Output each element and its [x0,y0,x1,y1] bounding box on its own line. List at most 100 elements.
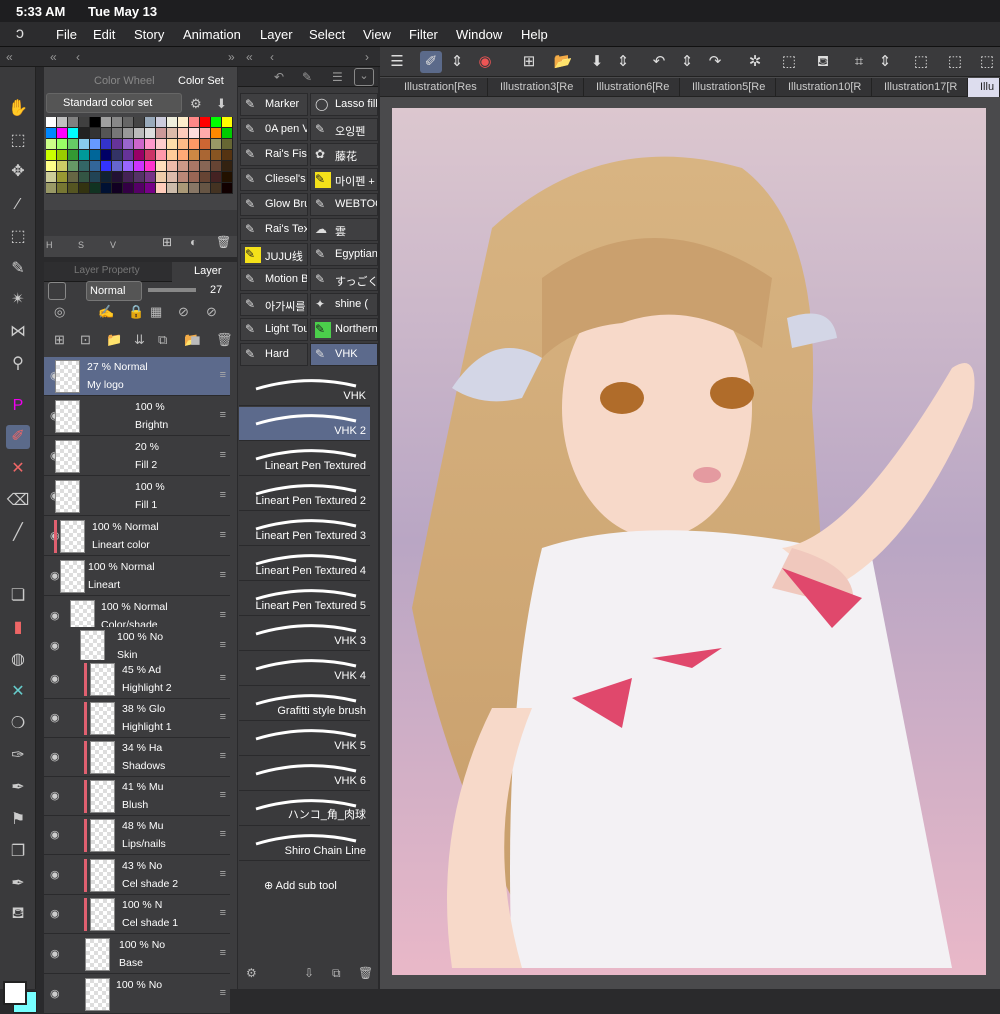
doc-tab[interactable]: Illustration5[Re [680,78,776,97]
color-swatch[interactable] [112,117,123,128]
eye-icon[interactable]: ◉ [50,672,60,685]
layer-menu-icon[interactable]: ≡ [220,789,226,801]
gradient-icon[interactable]: ▮ [6,616,30,640]
layer-menu-icon[interactable]: ≡ [220,489,226,501]
brush-group-button[interactable]: ✎ Rai's Tex [240,218,308,241]
layer-menu-icon[interactable]: ≡ [220,711,226,723]
target-icon[interactable]: ◉ [474,51,496,73]
color-swatch[interactable] [178,161,189,172]
layer-row[interactable]: ◉ 100 % N Cel shade 1 ≡ [44,895,230,934]
color-swatch[interactable] [68,117,79,128]
color-swatch[interactable] [145,128,156,139]
brush-stroke-item[interactable]: Lineart Pen Textured 4 [239,547,370,581]
color-swatch[interactable] [134,161,145,172]
brush-pen-icon[interactable]: ✑ [6,744,30,768]
color-swatch[interactable] [79,183,90,194]
foreground-color-swatch[interactable] [3,981,27,1005]
layer-color-toggle[interactable] [48,282,66,300]
hand-icon[interactable]: ✋ [6,97,30,121]
add-color-icon[interactable]: ⊞ [162,235,172,249]
brush-group-button[interactable]: ✎ VHK [310,343,378,366]
color-swatch[interactable] [90,161,101,172]
merge-icon[interactable]: ⊘ [206,304,217,320]
brush-group-button[interactable]: ✎ Hard [240,343,308,366]
color-swatch[interactable] [156,172,167,183]
brush-stroke-item[interactable]: VHK 2 [239,407,370,441]
draft-icon[interactable]: ✍ [98,304,114,320]
color-swatch[interactable] [222,128,233,139]
color-settings-icon[interactable]: ◐ [190,235,197,249]
wrench-icon[interactable]: ⚙ [190,96,202,112]
zoom-icon[interactable]: ⚲ [6,352,30,376]
brush-stroke-item[interactable]: Lineart Pen Textured 3 [239,512,370,546]
layer-menu-icon[interactable]: ≡ [220,409,226,421]
color-swatch[interactable] [167,139,178,150]
chevron-left-icon[interactable]: ‹ [76,50,80,64]
color-swatch[interactable] [211,172,222,183]
menu-edit[interactable]: Edit [93,27,115,42]
color-swatch[interactable] [178,139,189,150]
pattern-icon[interactable]: ✕ [6,457,30,481]
color-swatch[interactable] [68,128,79,139]
fill-command-icon[interactable]: ⛾ [812,51,834,73]
eye-icon[interactable]: ◉ [50,711,60,724]
color-swatch[interactable] [156,150,167,161]
layer-row[interactable]: ◉100 %Fill 1≡ [44,477,230,516]
tab-layer-property[interactable]: Layer Property [74,265,140,276]
clear-icon[interactable]: ⬚ [976,51,998,73]
app-logo-icon[interactable]: ↄ [16,25,24,43]
illustration-canvas[interactable] [392,108,986,975]
layer-row[interactable]: ◉ 38 % Glo Highlight 1 ≡ [44,699,230,738]
menu-story[interactable]: Story [134,27,164,42]
color-swatch[interactable] [46,161,57,172]
menu-view[interactable]: View [363,27,391,42]
layer-row[interactable]: ◉20 %Fill 2≡ [44,437,230,476]
menu-filter[interactable]: Filter [409,27,438,42]
color-swatch[interactable] [211,139,222,150]
doc-tab[interactable]: Illustration6[Re [584,78,680,97]
color-swatch[interactable] [189,139,200,150]
color-swatch[interactable] [79,150,90,161]
color-swatch[interactable] [167,117,178,128]
brush-group-button[interactable]: ✎ Cliesel's [240,168,308,191]
color-swatch[interactable] [200,128,211,139]
layer-menu-icon[interactable]: ≡ [220,369,226,381]
layer-row[interactable]: ◉27 % NormalMy logo≡ [44,357,230,396]
color-swatch[interactable] [134,150,145,161]
doc-tab[interactable]: Illustration10[R [776,78,872,97]
color-swatch[interactable] [134,117,145,128]
eye-icon[interactable]: ◉ [50,947,60,960]
color-swatch[interactable] [79,161,90,172]
stepper-icon[interactable]: ⇕ [446,51,468,73]
color-swatch[interactable] [134,183,145,194]
save-icon[interactable]: ⬇ [586,51,608,73]
menu-file[interactable]: File [56,27,77,42]
layer-menu-icon[interactable]: ≡ [220,868,226,880]
collapse-brush-icon[interactable]: « [246,50,253,64]
eyedropper-icon[interactable]: ⁄ [6,193,30,217]
color-swatch[interactable] [68,150,79,161]
eye-icon[interactable]: ◉ [50,639,60,652]
pencil-icon[interactable]: ✐ [6,425,30,449]
color-swatch[interactable] [167,128,178,139]
tab-color-set[interactable]: Color Set [158,73,230,91]
brush-stroke-item[interactable]: Lineart Pen Textured 2 [239,477,370,511]
tab-color-wheel[interactable]: Color Wheel [74,73,161,91]
color-grid[interactable] [46,117,233,207]
transfer-down-icon[interactable]: ⇊ [134,332,145,348]
color-swatch[interactable] [134,128,145,139]
color-set-select[interactable]: Standard color set [46,93,182,113]
ink-pen-icon[interactable]: ✒ [6,872,30,896]
color-swatch[interactable] [68,139,79,150]
color-swatch[interactable] [46,139,57,150]
layer-menu-icon[interactable]: ≡ [220,828,226,840]
brush-group-button[interactable]: ✎ Motion B [240,268,308,291]
layer-row[interactable]: ◉ 100 % Normal Lineart ≡ [44,557,230,596]
layer-mask-icon[interactable]: ◼ [190,332,201,348]
eye-icon[interactable]: ◉ [50,828,60,841]
brush-stroke-item[interactable]: VHK [239,372,370,406]
doc-tab[interactable]: Illustration[Res [392,78,488,97]
color-swatch[interactable] [79,128,90,139]
color-swatch[interactable] [57,150,68,161]
color-swatch[interactable] [57,139,68,150]
